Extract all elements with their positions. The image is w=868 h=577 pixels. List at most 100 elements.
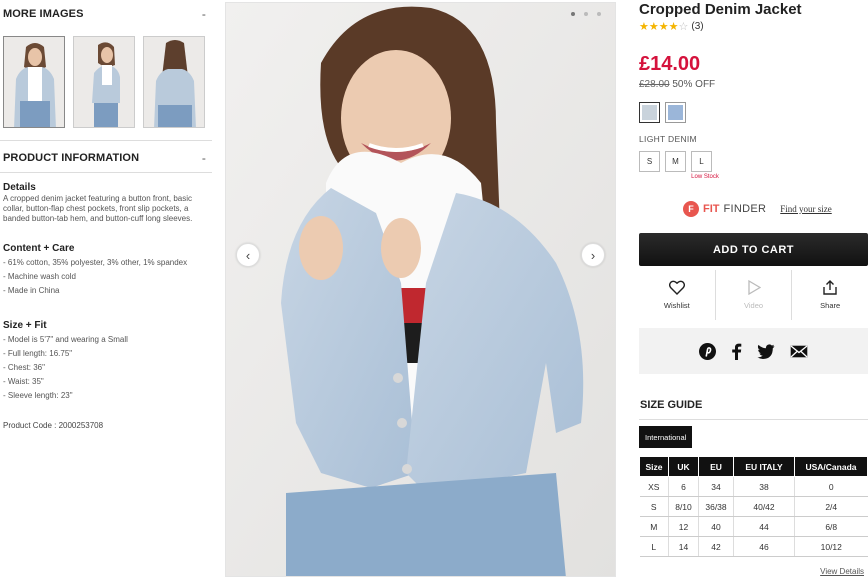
size-fit-heading: Size + Fit xyxy=(3,320,47,331)
color-swatch[interactable] xyxy=(639,102,660,123)
wishlist-button[interactable]: Wishlist xyxy=(639,270,716,320)
wishlist-label: Wishlist xyxy=(663,301,690,310)
details-section: Details A cropped denim jacket featuring… xyxy=(3,183,209,224)
collapse-toggle[interactable]: - xyxy=(202,151,209,165)
list-item: - Waist: 35" xyxy=(3,377,44,386)
star-icon: ★ xyxy=(668,21,679,33)
fitfinder-fit-text: FIT xyxy=(703,203,720,215)
table-cell: 14 xyxy=(668,536,699,557)
table-row: S 8/10 36/38 40/42 2/4 xyxy=(639,496,868,517)
divider xyxy=(0,140,212,141)
column-header: EU xyxy=(698,456,734,477)
original-price-line: £28.00 50% OFF xyxy=(639,79,715,90)
table-cell: 12 xyxy=(668,516,699,537)
view-details-link[interactable]: View Details xyxy=(820,567,864,576)
sale-price: £14.00 xyxy=(639,53,701,75)
color-swatch[interactable] xyxy=(665,102,686,123)
share-label: Share xyxy=(820,301,841,310)
star-rating: ★★★★☆ xyxy=(639,20,688,33)
size-option-m[interactable]: M xyxy=(665,151,686,172)
divider xyxy=(639,419,868,420)
share-icon xyxy=(823,280,837,295)
fitfinder-finder-text: FINDER xyxy=(723,203,767,215)
color-swatches xyxy=(639,102,686,123)
size-option-s[interactable]: S xyxy=(639,151,660,172)
play-icon xyxy=(747,280,761,295)
rating[interactable]: ★★★★☆ (3) xyxy=(639,20,704,33)
pinterest-icon[interactable] xyxy=(699,342,716,360)
product-information-header[interactable]: PRODUCT INFORMATION - xyxy=(3,151,209,165)
tab-international[interactable]: International xyxy=(639,426,693,448)
size-guide-title: SIZE GUIDE xyxy=(640,399,703,411)
email-icon[interactable] xyxy=(790,344,808,358)
collapse-toggle[interactable]: - xyxy=(202,7,209,21)
list-item: - Machine wash cold xyxy=(3,272,76,281)
video-button[interactable]: Video xyxy=(716,270,793,320)
size-selector: S M L xyxy=(639,151,712,172)
more-images-header[interactable]: MORE IMAGES - xyxy=(3,7,209,21)
color-label: LIGHT DENIM xyxy=(639,134,697,144)
left-column: MORE IMAGES - PRODUCT INFORMATION - Deta… xyxy=(0,0,212,577)
more-images-title: MORE IMAGES xyxy=(3,8,84,20)
heart-icon xyxy=(668,280,685,295)
product-title: Cropped Denim Jacket xyxy=(639,1,802,18)
table-cell: L xyxy=(639,536,669,557)
model-photo xyxy=(226,3,615,576)
list-item: - Made in China xyxy=(3,286,60,295)
table-cell: 40/42 xyxy=(733,496,795,517)
table-cell: M xyxy=(639,516,669,537)
carousel-dot[interactable] xyxy=(597,12,601,16)
size-fit-section: Size + Fit - Model is 5'7" and wearing a… xyxy=(3,320,209,405)
table-cell: 46 xyxy=(733,536,795,557)
thumbnail-front[interactable] xyxy=(3,36,65,128)
carousel-dot[interactable] xyxy=(571,12,575,16)
chevron-left-icon: ‹ xyxy=(245,247,251,263)
table-cell: 6 xyxy=(668,476,699,497)
thumbnail-back[interactable] xyxy=(143,36,205,128)
table-cell: S xyxy=(639,496,669,517)
find-your-size-link[interactable]: Find your size xyxy=(780,204,832,214)
video-label: Video xyxy=(743,301,764,310)
column-header: UK xyxy=(668,456,699,477)
list-item: - Chest: 36" xyxy=(3,363,45,372)
table-cell: 8/10 xyxy=(668,496,699,517)
star-empty-icon: ☆ xyxy=(678,21,689,33)
column-header: Size xyxy=(639,456,669,477)
details-heading: Details xyxy=(3,182,36,193)
table-row: M 12 40 44 6/8 xyxy=(639,516,868,537)
discount-label: 50% OFF xyxy=(672,79,716,90)
action-row: Wishlist Video Share xyxy=(639,270,868,320)
column-header: EU ITALY xyxy=(733,456,795,477)
facebook-icon[interactable] xyxy=(731,343,742,360)
chevron-right-icon: › xyxy=(590,247,596,263)
original-price: £28.00 xyxy=(639,79,670,90)
next-image-button[interactable]: › xyxy=(581,243,605,267)
main-product-image[interactable]: ‹ › xyxy=(225,2,616,577)
table-cell: 42 xyxy=(698,536,734,557)
table-cell: 38 xyxy=(733,476,795,497)
list-item: - Sleeve length: 23" xyxy=(3,391,73,400)
review-count[interactable]: (3) xyxy=(691,21,703,32)
thumbnail-side[interactable] xyxy=(73,36,135,128)
twitter-icon[interactable] xyxy=(757,343,775,359)
star-icon: ★ xyxy=(639,21,649,33)
previous-image-button[interactable]: ‹ xyxy=(236,243,260,267)
fitfinder-logo-icon: F xyxy=(683,201,699,217)
fit-finder[interactable]: F FIT FINDER Find your size xyxy=(683,201,832,217)
add-to-cart-button[interactable]: ADD TO CART xyxy=(639,233,868,266)
product-code: Product Code : 2000253708 xyxy=(3,421,104,430)
share-button[interactable]: Share xyxy=(792,270,868,320)
column-header: USA/Canada xyxy=(794,456,868,477)
details-text: A cropped denim jacket featuring a butto… xyxy=(3,194,193,223)
star-icon: ★ xyxy=(648,21,659,33)
table-cell: 44 xyxy=(733,516,795,537)
content-care-section: Content + Care - 61% cotton, 35% polyest… xyxy=(3,243,209,300)
table-row: L 14 42 46 10/12 xyxy=(639,536,868,557)
table-cell: 0 xyxy=(794,476,868,497)
size-option-l[interactable]: L xyxy=(691,151,712,172)
low-stock-note: Low Stock xyxy=(691,174,719,180)
table-cell: 36/38 xyxy=(698,496,734,517)
list-item: - Full length: 16.75" xyxy=(3,349,73,358)
divider xyxy=(0,172,212,173)
carousel-dot[interactable] xyxy=(584,12,588,16)
